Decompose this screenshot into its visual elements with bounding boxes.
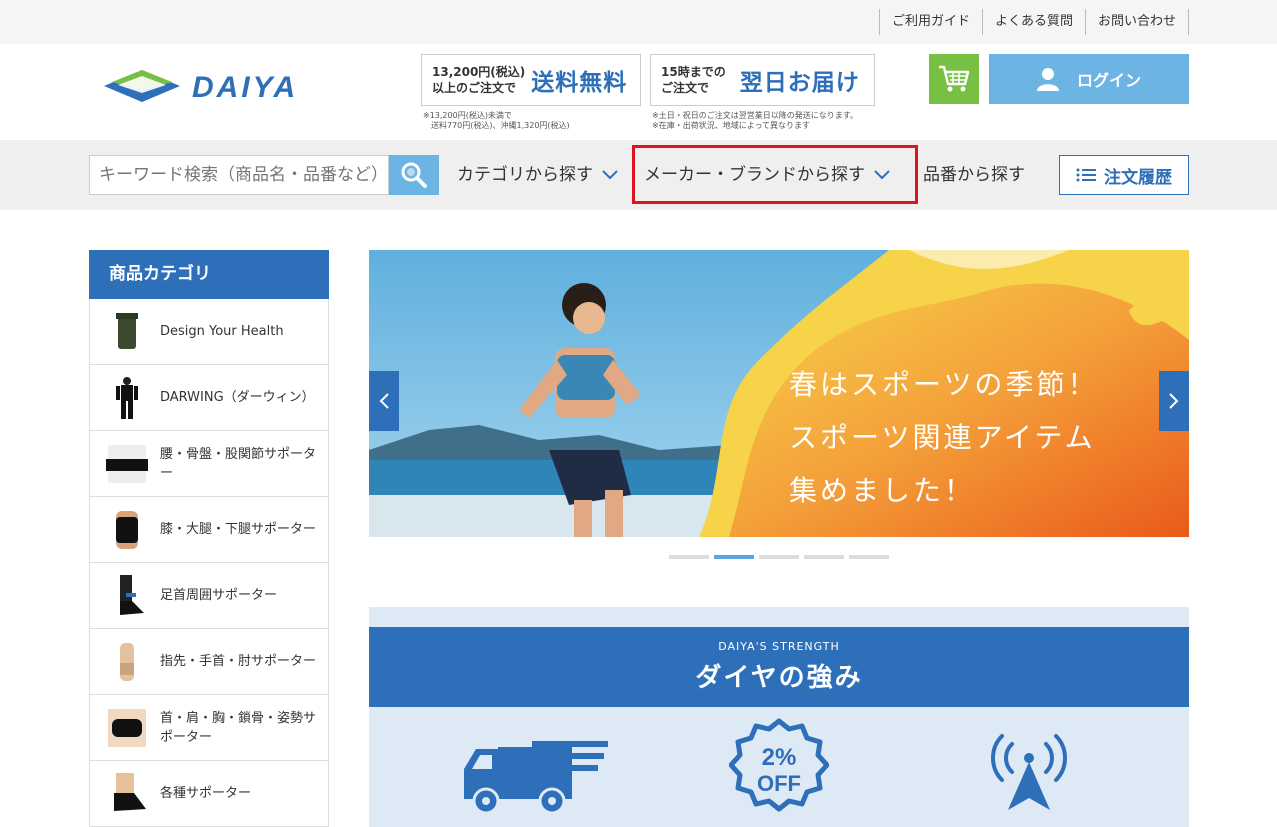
promo-headline: 翌日お届け — [739, 70, 860, 96]
product-thumb-icon — [116, 376, 138, 419]
banner-copy: 春はスポーツの季節！ スポーツ関連アイテム 集めました！ — [789, 358, 1098, 517]
promo-headline: 送料無料 — [531, 70, 628, 96]
sidebar-item-ankle[interactable]: 足首周囲サポーター — [90, 563, 328, 629]
nav-part-number-link[interactable]: 品番から探す — [923, 155, 1025, 195]
faq-link[interactable]: よくある質問 — [981, 9, 1085, 35]
search-button[interactable] — [389, 155, 439, 195]
guide-link[interactable]: ご利用ガイド — [878, 9, 982, 35]
product-thumb-icon — [120, 642, 134, 681]
contact-link[interactable]: お問い合わせ — [1084, 9, 1189, 35]
order-history-label: 注文履歴 — [1104, 167, 1172, 188]
delivery-truck-icon — [464, 741, 608, 815]
product-thumb-icon — [106, 444, 148, 483]
sidebar-item-various[interactable]: 各種サポーター — [90, 761, 328, 827]
chevron-down-icon — [602, 170, 618, 180]
signal-antenna-icon — [991, 734, 1067, 810]
shipping-note: ※13,200円(税込)未満で 送料770円(税込)、沖縄1,320円(税込) — [423, 111, 570, 130]
discount-badge-icon: 2% OFF — [729, 718, 829, 812]
carousel-dot[interactable] — [669, 555, 709, 559]
sidebar-item-knee[interactable]: 膝・大腿・下腿サポーター — [90, 497, 328, 563]
sidebar-item-darwing[interactable]: DARWING（ダーウィン） — [90, 365, 328, 431]
sidebar-item-finger-wrist[interactable]: 指先・手首・肘サポーター — [90, 629, 328, 695]
carousel-prev-button[interactable] — [369, 371, 399, 431]
sidebar-item-label: 指先・手首・肘サポーター — [160, 654, 317, 669]
banner-line: 春はスポーツの季節！ — [789, 368, 1099, 401]
delivery-note: ※土日・祝日のご注文は翌営業日以降の発送になります。 ※在庫・出荷状況、地域によ… — [652, 111, 858, 130]
logo-wordmark: DAIYA — [192, 71, 298, 104]
carousel-next-button[interactable] — [1159, 371, 1189, 431]
carousel-dot-active[interactable] — [714, 555, 754, 559]
badge-percent: 2% — [762, 744, 797, 771]
carousel-dot[interactable] — [804, 555, 844, 559]
nav-category-dropdown[interactable]: カテゴリから探す — [457, 155, 619, 195]
promo-condition: 以上のご注文で — [432, 81, 517, 95]
sidebar-item-label: DARWING（ダーウィン） — [160, 390, 315, 405]
chevron-left-icon — [379, 393, 389, 409]
sidebar-item-label: 各種サポーター — [160, 786, 252, 801]
chevron-right-icon — [1169, 393, 1179, 409]
next-day-promo: 15時までの ご注文で 翌日お届け — [650, 54, 875, 106]
sidebar-item-label: 膝・大腿・下腿サポーター — [160, 522, 317, 537]
product-thumb-icon — [114, 772, 146, 811]
user-icon — [1036, 68, 1059, 91]
daiya-logo[interactable]: DAIYA — [104, 66, 354, 106]
login-button[interactable]: ログイン — [989, 54, 1189, 104]
sidebar-item-label: Design Your Health — [160, 324, 284, 339]
carousel-dot[interactable] — [849, 555, 889, 559]
carousel-dot[interactable] — [759, 555, 799, 559]
list-icon — [1076, 168, 1096, 182]
hero-banner[interactable]: 春はスポーツの季節！ スポーツ関連アイテム 集めました！ — [369, 250, 1189, 537]
category-list: Design Your Health DARWING（ダーウィン） 腰・骨盤・股… — [89, 299, 329, 827]
banner-line: スポーツ関連アイテム — [789, 421, 1096, 454]
sidebar-item-label: 腰・骨盤・股関節サポーター — [160, 446, 317, 481]
nav-part-number-label: 品番から探す — [923, 165, 1025, 185]
promo-deadline: 15時までの — [661, 65, 726, 79]
carousel-indicator — [669, 555, 889, 559]
order-history-button[interactable]: 注文履歴 — [1059, 155, 1189, 195]
strength-subtitle: DAIYA'S STRENGTH — [718, 640, 840, 653]
sidebar-item-neck-shoulder[interactable]: 首・肩・胸・鎖骨・姿勢サポーター — [90, 695, 328, 761]
free-shipping-promo: 13,200円(税込) 以上のご注文で 送料無料 — [421, 54, 641, 106]
sidebar-item-design-your-health[interactable]: Design Your Health — [90, 299, 328, 365]
nav-category-label: カテゴリから探す — [457, 165, 593, 185]
sidebar-item-lumbar[interactable]: 腰・骨盤・股関節サポーター — [90, 431, 328, 497]
badge-off: OFF — [757, 771, 801, 796]
promo-condition: ご注文で — [661, 81, 710, 95]
cart-button[interactable] — [929, 54, 979, 104]
sidebar-item-label: 足首周囲サポーター — [160, 588, 278, 603]
banner-line: 集めました！ — [789, 474, 976, 507]
highlight-box — [632, 145, 918, 204]
product-thumb-icon — [120, 574, 144, 615]
product-thumb-icon — [116, 312, 138, 349]
product-thumb-icon — [116, 510, 138, 549]
search-icon — [401, 162, 427, 188]
sidebar-item-label: 首・肩・胸・鎖骨・姿勢サポーター — [160, 710, 317, 745]
cart-icon — [939, 65, 970, 92]
strength-title: ダイヤの強み — [695, 663, 863, 693]
promo-threshold: 13,200円(税込) — [432, 65, 526, 79]
category-sidebar-title: 商品カテゴリ — [89, 250, 329, 299]
login-label: ログイン — [1076, 71, 1141, 90]
search-input[interactable] — [89, 155, 389, 195]
utility-bar: ご利用ガイド よくある質問 お問い合わせ — [0, 0, 1277, 44]
strength-header: DAIYA'S STRENGTH ダイヤの強み — [369, 627, 1189, 707]
product-thumb-icon — [108, 708, 146, 747]
